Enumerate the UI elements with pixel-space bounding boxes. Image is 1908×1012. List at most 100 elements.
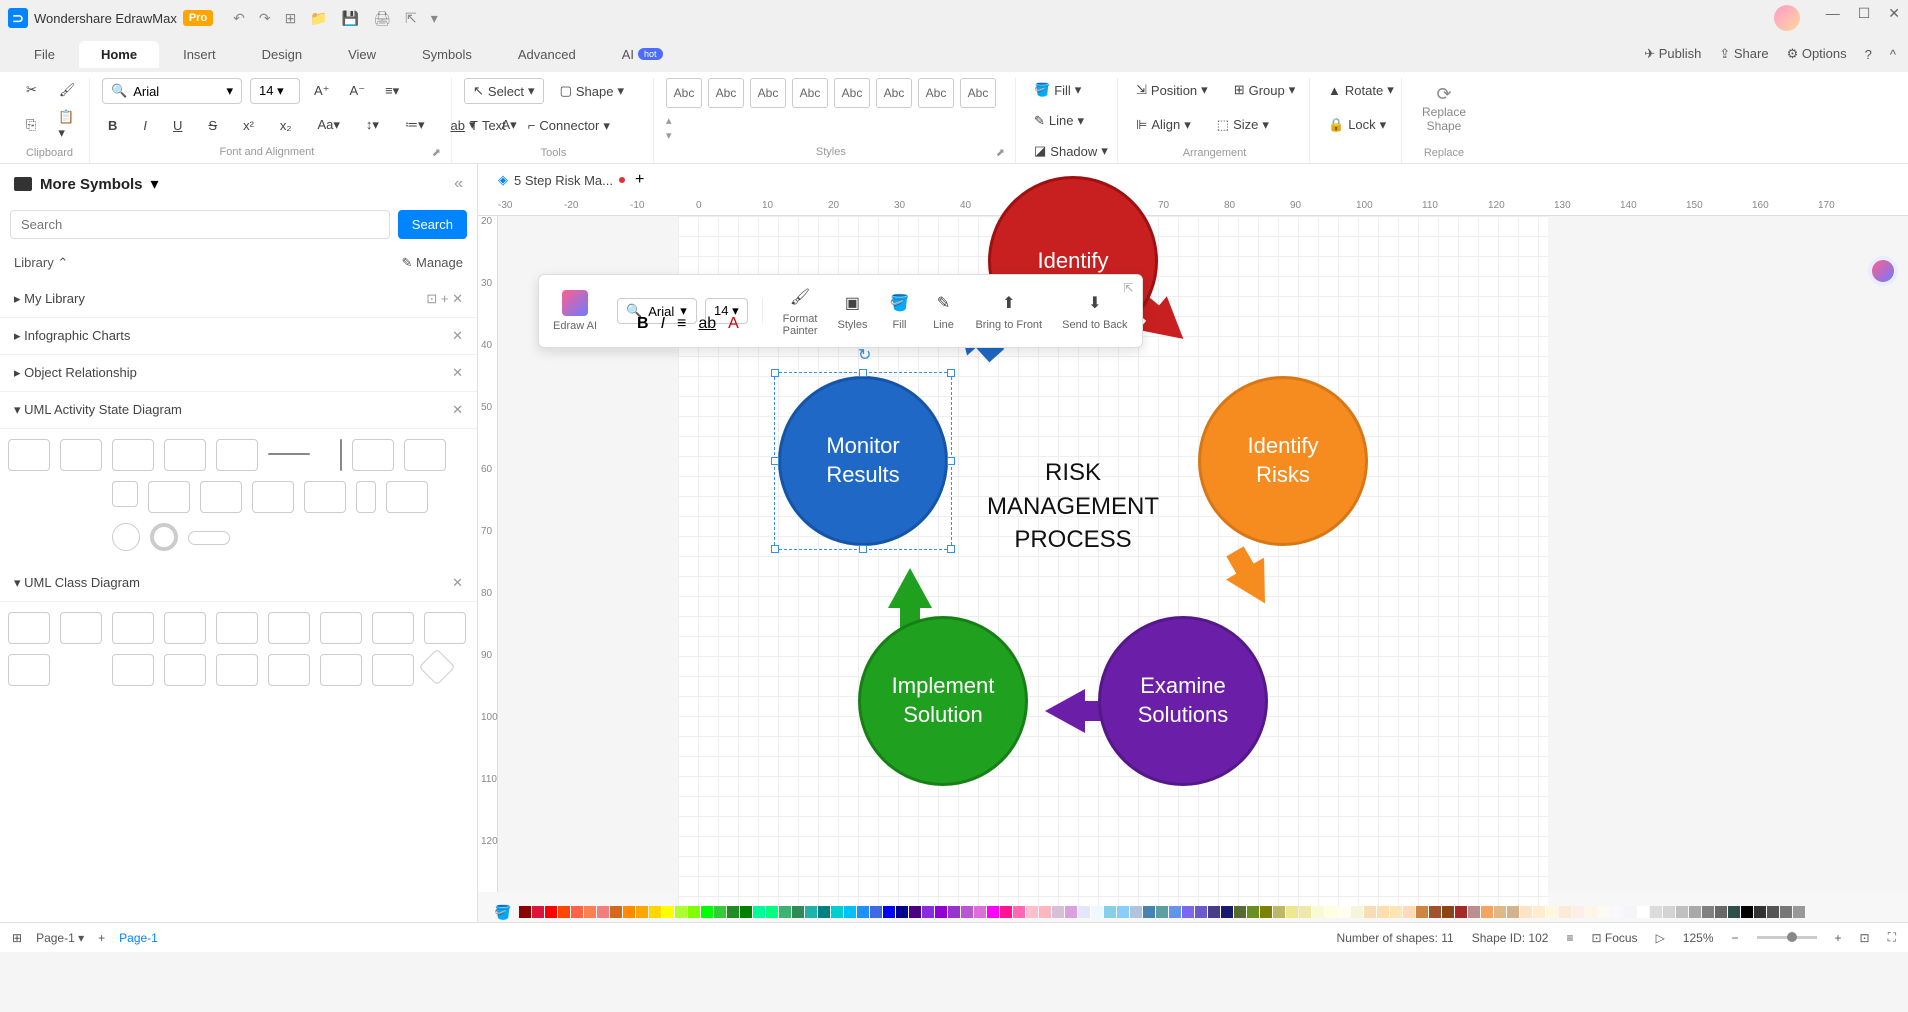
- group-button[interactable]: ⊞ Group▾: [1228, 78, 1302, 102]
- color-swatch[interactable]: [844, 906, 856, 918]
- shape[interactable]: [112, 612, 154, 644]
- color-swatch[interactable]: [1416, 906, 1428, 918]
- shape[interactable]: [112, 481, 138, 507]
- color-swatch[interactable]: [1351, 906, 1363, 918]
- color-swatch[interactable]: [1624, 906, 1636, 918]
- shape[interactable]: [8, 612, 50, 644]
- color-swatch[interactable]: [1585, 906, 1597, 918]
- color-swatch[interactable]: [1065, 906, 1077, 918]
- color-swatch[interactable]: [571, 906, 583, 918]
- tab-ai[interactable]: AIhot: [600, 41, 685, 68]
- color-swatch[interactable]: [1325, 906, 1337, 918]
- color-swatch[interactable]: [532, 906, 544, 918]
- focus-button[interactable]: ⊡ Focus: [1591, 931, 1637, 945]
- user-avatar[interactable]: [1774, 5, 1800, 31]
- maximize-button[interactable]: ☐: [1858, 5, 1871, 31]
- color-swatch[interactable]: [1247, 906, 1259, 918]
- color-swatch[interactable]: [883, 906, 895, 918]
- shape[interactable]: [164, 654, 206, 686]
- color-swatch[interactable]: [597, 906, 609, 918]
- replace-shape-label[interactable]: Replace Shape: [1414, 105, 1474, 133]
- color-swatch[interactable]: [1468, 906, 1480, 918]
- rotate-button[interactable]: ▲ Rotate▾: [1322, 78, 1391, 102]
- paste-icon[interactable]: 📋▾: [52, 105, 80, 145]
- print-icon[interactable]: 🖨: [373, 10, 391, 27]
- color-swatch[interactable]: [636, 906, 648, 918]
- new-icon[interactable]: ⊞: [285, 10, 297, 27]
- color-swatch[interactable]: [974, 906, 986, 918]
- shape[interactable]: [60, 523, 102, 555]
- color-swatch[interactable]: [1481, 906, 1493, 918]
- color-swatch[interactable]: [1702, 906, 1714, 918]
- collapse-ribbon-icon[interactable]: ^: [1890, 47, 1896, 62]
- shadow-button[interactable]: ◪ Shadow ▾: [1028, 139, 1107, 163]
- more-icon[interactable]: ▾: [431, 10, 438, 27]
- shape[interactable]: [320, 654, 362, 686]
- shape[interactable]: [60, 696, 102, 728]
- shape[interactable]: [216, 439, 258, 471]
- color-swatch[interactable]: [831, 906, 843, 918]
- close-button[interactable]: ✕: [1888, 5, 1900, 31]
- color-swatch[interactable]: [1533, 906, 1545, 918]
- shape[interactable]: [268, 654, 310, 686]
- manage-link[interactable]: ✎ Manage: [402, 255, 464, 271]
- shape[interactable]: [216, 696, 258, 728]
- shape[interactable]: [8, 696, 50, 728]
- color-swatch[interactable]: [1442, 906, 1454, 918]
- style-4[interactable]: Abc: [792, 78, 828, 108]
- ctx-styles[interactable]: ▣Styles: [838, 291, 868, 331]
- shape[interactable]: [8, 523, 50, 555]
- style-3[interactable]: Abc: [750, 78, 786, 108]
- node-examine[interactable]: Examine Solutions: [1098, 616, 1268, 786]
- shape[interactable]: [356, 481, 376, 513]
- shape[interactable]: [150, 523, 178, 551]
- color-swatch[interactable]: [675, 906, 687, 918]
- cat-infographic[interactable]: ▸ Infographic Charts✕: [0, 318, 477, 355]
- edraw-ai-button[interactable]: Edraw AI: [553, 290, 597, 332]
- handle[interactable]: [947, 545, 955, 553]
- arrow-green[interactable]: [888, 568, 932, 608]
- tab-symbols[interactable]: Symbols: [400, 41, 494, 68]
- share-button[interactable]: ⇪ Share: [1719, 46, 1768, 62]
- style-scroll-down[interactable]: ▾: [666, 129, 672, 142]
- ctx-color[interactable]: A: [728, 315, 739, 333]
- tab-view[interactable]: View: [326, 41, 398, 68]
- redo-icon[interactable]: ↷: [259, 10, 271, 27]
- color-swatch[interactable]: [792, 906, 804, 918]
- color-swatch[interactable]: [818, 906, 830, 918]
- shape[interactable]: [112, 439, 154, 471]
- color-swatch[interactable]: [701, 906, 713, 918]
- color-swatch[interactable]: [987, 906, 999, 918]
- color-swatch[interactable]: [909, 906, 921, 918]
- color-swatch[interactable]: [766, 906, 778, 918]
- color-swatch[interactable]: [1780, 906, 1792, 918]
- shape[interactable]: [304, 481, 346, 513]
- italic-icon[interactable]: I: [137, 114, 153, 137]
- handle[interactable]: [771, 369, 779, 377]
- layers-icon[interactable]: ≡: [1566, 931, 1573, 945]
- shape-tool[interactable]: ▢ Shape ▾: [554, 78, 630, 104]
- color-swatch[interactable]: [1000, 906, 1012, 918]
- shape[interactable]: [164, 612, 206, 644]
- color-swatch[interactable]: [1455, 906, 1467, 918]
- shape[interactable]: [424, 612, 466, 644]
- shape[interactable]: [60, 481, 102, 513]
- shape[interactable]: [60, 439, 102, 471]
- export-icon[interactable]: ⇱: [405, 10, 417, 27]
- tab-insert[interactable]: Insert: [161, 41, 238, 68]
- style-7[interactable]: Abc: [918, 78, 954, 108]
- copy-icon[interactable]: ⎘: [20, 105, 42, 145]
- shape[interactable]: [372, 654, 414, 686]
- handle[interactable]: [771, 545, 779, 553]
- color-swatch[interactable]: [1091, 906, 1103, 918]
- underline-icon[interactable]: U: [167, 114, 188, 137]
- shape[interactable]: [252, 481, 294, 513]
- ctx-italic[interactable]: I: [661, 315, 665, 333]
- ctx-format-painter[interactable]: 🖌Format Painter: [783, 285, 818, 337]
- color-swatch[interactable]: [1169, 906, 1181, 918]
- tab-design[interactable]: Design: [240, 41, 324, 68]
- line-button[interactable]: ✎ Line ▾: [1028, 109, 1107, 133]
- color-swatch[interactable]: [1364, 906, 1376, 918]
- align-button[interactable]: ⊫ Align▾: [1130, 113, 1197, 137]
- color-swatch[interactable]: [649, 906, 661, 918]
